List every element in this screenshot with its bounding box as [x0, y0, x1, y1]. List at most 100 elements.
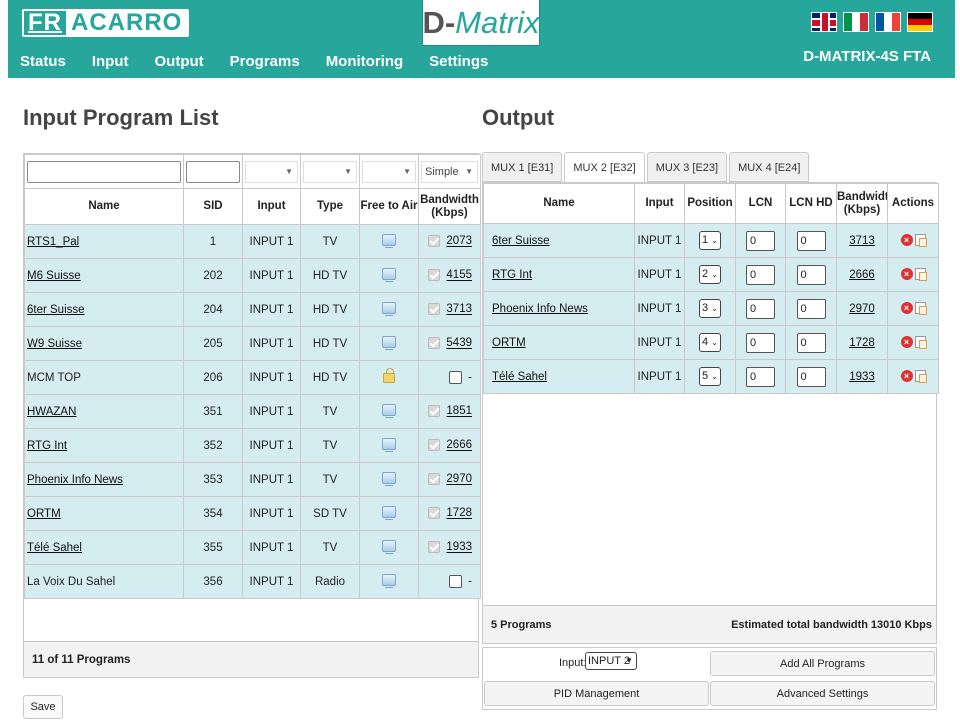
- output-program-link[interactable]: Phoenix Info News: [492, 303, 588, 315]
- lcn-hd-input[interactable]: 0: [796, 332, 826, 353]
- position-select[interactable]: 1 ⌄: [699, 231, 721, 250]
- filter-mode-select[interactable]: Simple ▼: [421, 160, 478, 183]
- program-name-link[interactable]: M6 Suisse: [27, 270, 81, 282]
- filter-sid-input[interactable]: [186, 160, 240, 183]
- delete-icon[interactable]: ×: [900, 302, 913, 315]
- program-select-checkbox[interactable]: [428, 541, 441, 554]
- nav-monitoring[interactable]: Monitoring: [326, 53, 403, 70]
- filter-fta-select[interactable]: ▼: [362, 160, 416, 183]
- nav-output[interactable]: Output: [155, 53, 204, 70]
- bandwidth-link[interactable]: 5439: [446, 338, 472, 350]
- output-bandwidth-link[interactable]: 2666: [849, 269, 875, 281]
- program-select-checkbox[interactable]: [449, 371, 463, 384]
- add-all-programs-button[interactable]: Add All Programs: [710, 651, 935, 676]
- delete-icon[interactable]: ×: [900, 234, 913, 247]
- position-select[interactable]: 4 ⌄: [699, 333, 721, 352]
- position-select[interactable]: 5 ⌄: [699, 367, 721, 386]
- output-program-link[interactable]: Télé Sahel: [492, 371, 547, 383]
- program-select-checkbox[interactable]: [428, 473, 441, 486]
- lcn-input[interactable]: 0: [746, 366, 775, 387]
- program-name-cell: W9 Suisse: [24, 326, 184, 361]
- bandwidth-link[interactable]: 3713: [446, 304, 472, 316]
- program-name-link[interactable]: W9 Suisse: [27, 338, 82, 350]
- nav-status[interactable]: Status: [20, 53, 66, 70]
- nav-input[interactable]: Input: [92, 53, 129, 70]
- lcn-input[interactable]: 0: [746, 230, 775, 251]
- lcn-input[interactable]: 0: [746, 264, 775, 285]
- lcn-hd-input[interactable]: 0: [796, 264, 826, 285]
- left-col-header[interactable]: Free to Air: [359, 188, 419, 225]
- bandwidth-link[interactable]: 2970: [446, 474, 472, 486]
- tab-mux-4[interactable]: MUX 4 [E24]: [729, 152, 810, 182]
- output-bandwidth-link[interactable]: 3713: [849, 235, 875, 247]
- input-select[interactable]: INPUT 2 ▼: [585, 652, 637, 670]
- program-name-link[interactable]: HWAZAN: [27, 406, 76, 418]
- program-select-checkbox[interactable]: [428, 337, 441, 350]
- program-name-link[interactable]: RTG Int: [27, 440, 67, 452]
- left-col-header[interactable]: SID: [183, 188, 243, 225]
- program-name-link[interactable]: RTS1_Pal: [27, 236, 79, 248]
- program-select-checkbox[interactable]: [449, 575, 463, 588]
- position-select[interactable]: 2 ⌄: [699, 265, 721, 284]
- filter-input-select[interactable]: ▼: [245, 160, 298, 183]
- program-name-link[interactable]: ORTM: [27, 508, 61, 520]
- bandwidth-link[interactable]: 1728: [446, 508, 472, 520]
- lcn-hd-input[interactable]: 0: [796, 366, 826, 387]
- program-type: SD TV: [300, 496, 360, 531]
- left-col-header[interactable]: Type: [300, 188, 360, 225]
- nav-settings[interactable]: Settings: [429, 53, 488, 70]
- left-col-header[interactable]: Input: [242, 188, 301, 225]
- nav-programs[interactable]: Programs: [230, 53, 300, 70]
- program-select-checkbox[interactable]: [428, 507, 441, 520]
- program-select-checkbox[interactable]: [428, 405, 441, 418]
- copy-icon[interactable]: [914, 336, 927, 350]
- output-program-link[interactable]: ORTM: [492, 337, 526, 349]
- program-name-link[interactable]: Phoenix Info News: [27, 474, 123, 486]
- program-select-checkbox[interactable]: [428, 303, 441, 316]
- flag-italy-icon[interactable]: [843, 12, 869, 32]
- copy-icon[interactable]: [914, 268, 927, 282]
- copy-icon[interactable]: [914, 234, 927, 248]
- lcn-hd-input[interactable]: 0: [796, 298, 826, 319]
- output-bandwidth-link[interactable]: 1728: [849, 337, 875, 349]
- lcn-hd-input[interactable]: 0: [796, 230, 826, 251]
- program-select-checkbox[interactable]: [428, 235, 441, 248]
- position-select[interactable]: 3 ⌄: [699, 299, 721, 318]
- program-select-checkbox[interactable]: [428, 269, 441, 282]
- flag-france-icon[interactable]: [875, 12, 901, 32]
- delete-icon[interactable]: ×: [900, 336, 913, 349]
- tab-mux-1[interactable]: MUX 1 [E31]: [482, 152, 563, 182]
- delete-icon[interactable]: ×: [900, 268, 913, 281]
- advanced-settings-button[interactable]: Advanced Settings: [710, 681, 935, 706]
- filter-name-input[interactable]: [27, 160, 181, 183]
- bandwidth-link[interactable]: 2666: [446, 440, 472, 452]
- left-col-header[interactable]: Bandwidth (Kbps): [418, 188, 481, 225]
- flag-uk-icon[interactable]: [811, 12, 837, 32]
- bandwidth-link[interactable]: 2073: [446, 236, 472, 248]
- output-bandwidth-link[interactable]: 2970: [849, 303, 875, 315]
- lcn-input[interactable]: 0: [746, 332, 775, 353]
- program-type: TV: [300, 394, 360, 429]
- delete-icon[interactable]: ×: [900, 370, 913, 383]
- output-bandwidth-link[interactable]: 1933: [849, 371, 875, 383]
- filter-type-select[interactable]: ▼: [303, 160, 357, 183]
- tab-mux-2[interactable]: MUX 2 [E32]: [564, 152, 645, 183]
- pid-management-button[interactable]: PID Management: [484, 681, 709, 706]
- copy-icon[interactable]: [914, 370, 927, 384]
- output-program-link[interactable]: RTG Int: [492, 269, 532, 281]
- bandwidth-link[interactable]: 1851: [446, 406, 472, 418]
- output-program-link[interactable]: 6ter Suisse: [492, 235, 550, 247]
- program-name-link[interactable]: Télé Sahel: [27, 542, 82, 554]
- left-col-header[interactable]: Name: [24, 188, 184, 225]
- bandwidth-link[interactable]: 1933: [446, 542, 472, 554]
- flag-germany-icon[interactable]: [907, 12, 933, 32]
- copy-icon[interactable]: [914, 302, 927, 316]
- program-name-link[interactable]: 6ter Suisse: [27, 304, 85, 316]
- brand-d: D-: [422, 4, 456, 40]
- lcn-cell: 0: [735, 359, 786, 394]
- save-button[interactable]: Save: [23, 695, 63, 719]
- lcn-input[interactable]: 0: [746, 298, 775, 319]
- program-select-checkbox[interactable]: [428, 439, 441, 452]
- bandwidth-link[interactable]: 4155: [446, 270, 472, 282]
- tab-mux-3[interactable]: MUX 3 [E23]: [646, 152, 728, 182]
